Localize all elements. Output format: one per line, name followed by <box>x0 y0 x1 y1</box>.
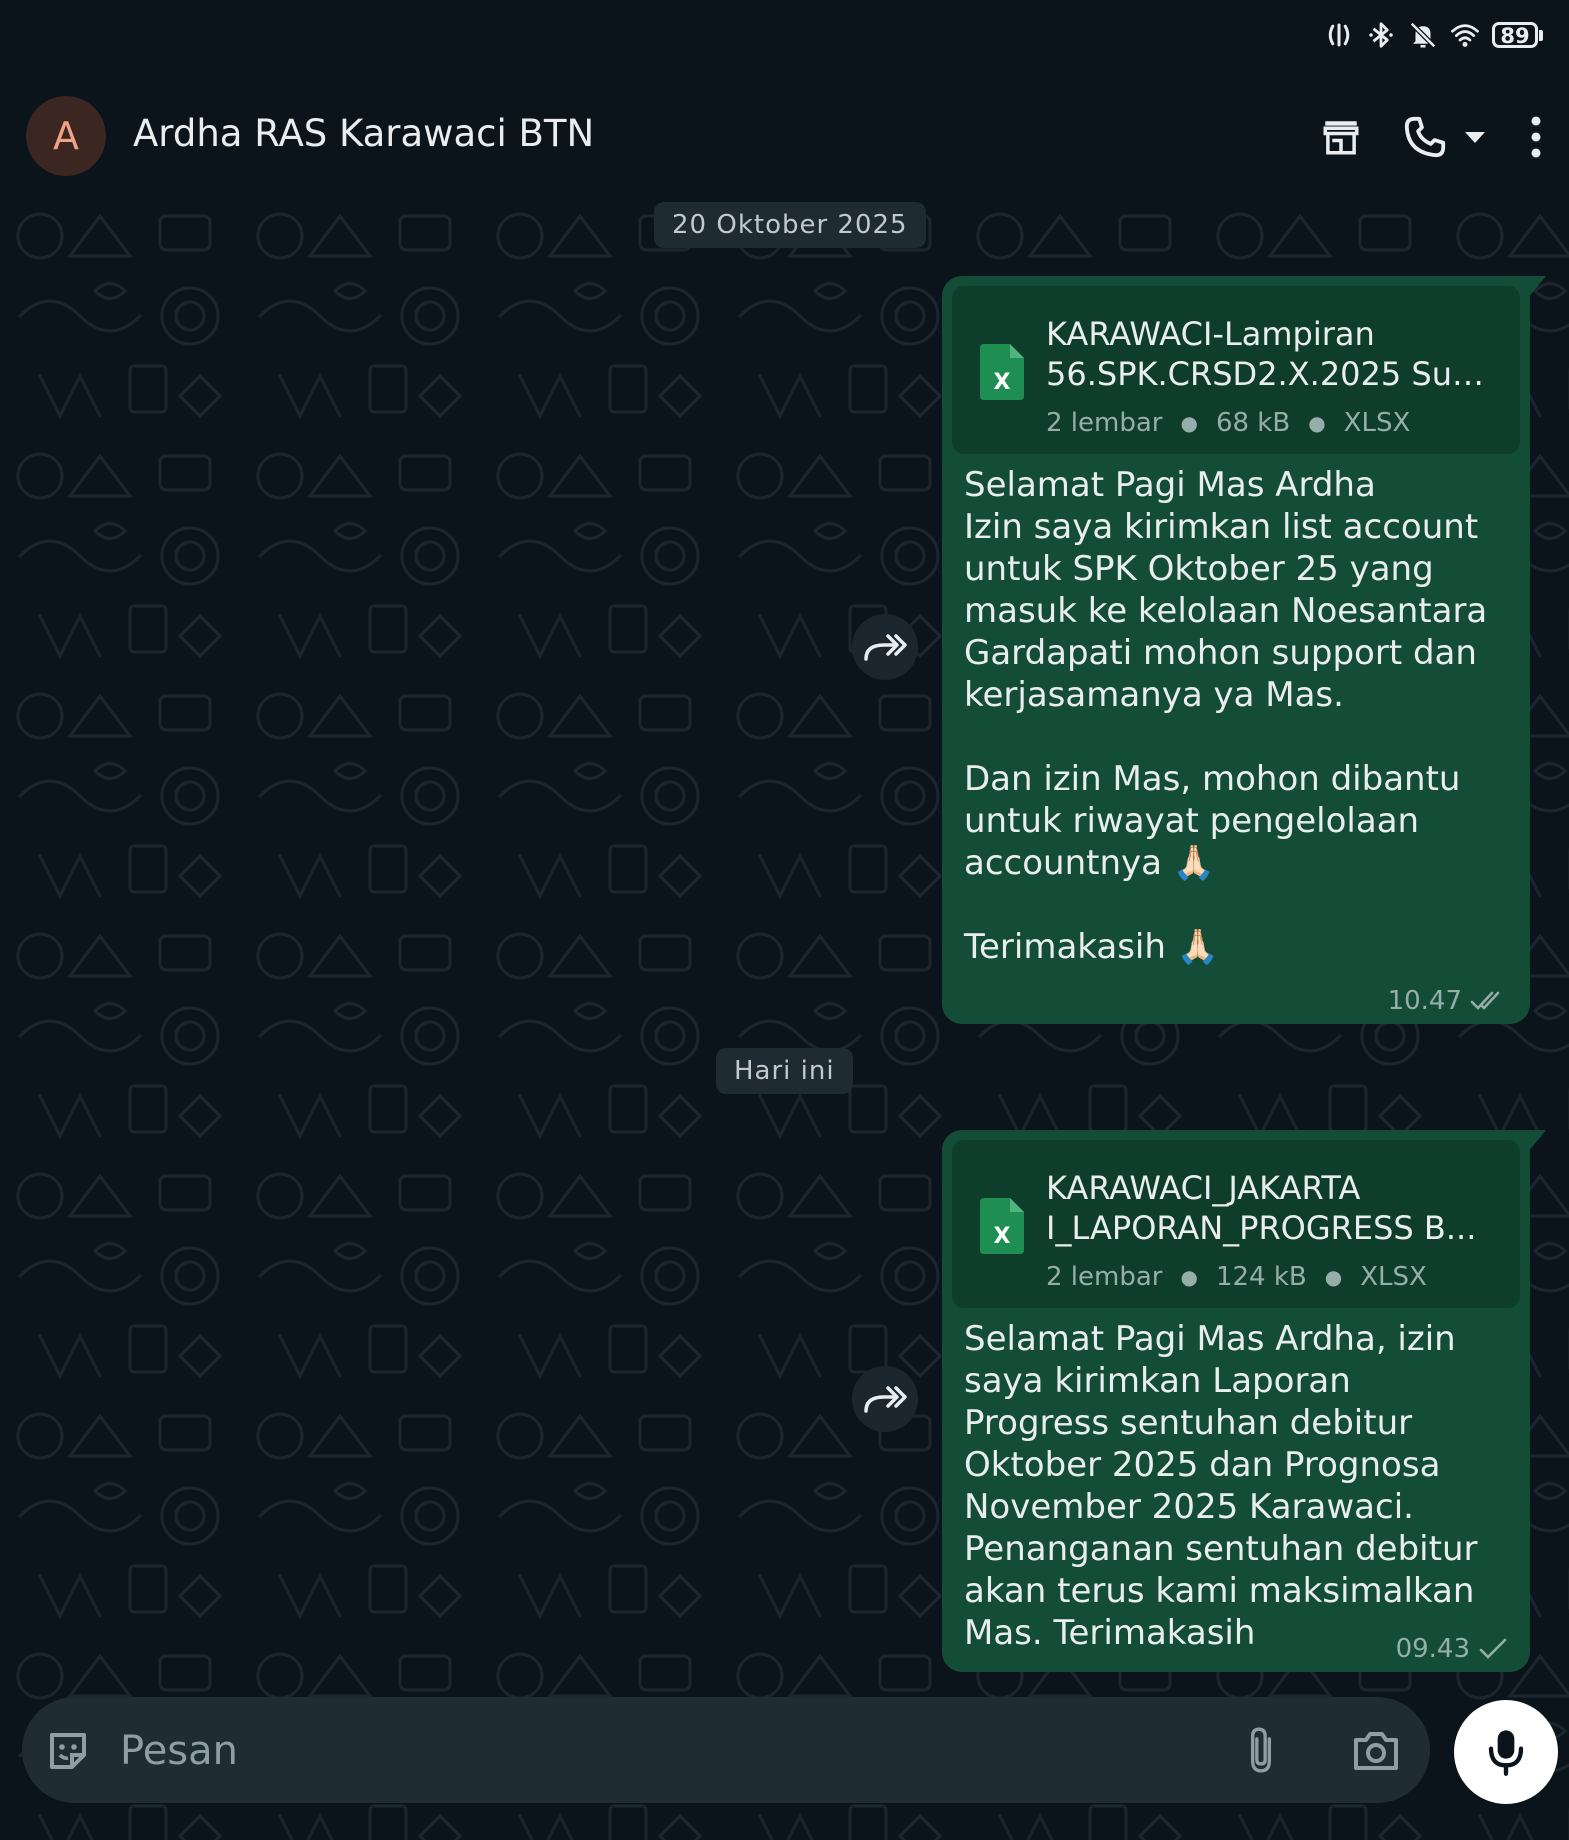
message-footer: 10.47 <box>1388 986 1508 1016</box>
header-actions <box>1311 108 1551 166</box>
message-bubble-outgoing[interactable]: X KARAWACI-Lampiran 56.SPK.CRSD2.X.2025 … <box>942 276 1546 1024</box>
phone-icon <box>1404 116 1446 158</box>
more-vertical-icon <box>1531 116 1541 158</box>
excel-file-icon: X <box>980 344 1024 400</box>
nfc-icon <box>1328 23 1350 47</box>
message-time: 10.47 <box>1387 986 1462 1016</box>
status-bar: 89 <box>0 0 1569 78</box>
svg-text:X: X <box>994 1224 1011 1249</box>
voice-call-button[interactable] <box>1397 108 1453 166</box>
message-input[interactable] <box>118 1719 1172 1783</box>
document-attachment[interactable]: X KARAWACI_JAKARTA I_LAPORAN_PROGRESS B.… <box>952 1140 1520 1308</box>
battery-indicator: 89 <box>1492 22 1543 48</box>
voice-message-button[interactable] <box>1454 1700 1558 1804</box>
wifi-icon <box>1451 24 1479 47</box>
date-chip: 20 Oktober 2025 <box>654 202 926 248</box>
status-icons: 89 <box>1324 20 1543 50</box>
message-footer: 09.43 <box>1396 1634 1508 1664</box>
document-attachment[interactable]: X KARAWACI-Lampiran 56.SPK.CRSD2.X.2025 … <box>952 286 1520 454</box>
emoji-icon[interactable] <box>44 1727 92 1775</box>
battery-level: 89 <box>1492 22 1538 48</box>
excel-file-icon: X <box>980 1198 1024 1254</box>
caret-down-icon <box>1465 132 1485 143</box>
svg-text:X: X <box>994 370 1011 395</box>
chat-area[interactable]: 20 Oktober 2025 X KARAWACI-Lampiran 56.S… <box>0 196 1569 1840</box>
message-time: 09.43 <box>1395 1634 1470 1664</box>
document-meta: 2 lembar ● 124 kB ● XLSX <box>1046 1262 1427 1292</box>
document-pages: 2 lembar <box>1046 408 1163 438</box>
avatar[interactable]: A <box>26 96 106 176</box>
document-pages: 2 lembar <box>1046 1262 1163 1292</box>
bell-off-icon <box>1409 21 1437 49</box>
document-size: 124 kB <box>1215 1262 1307 1292</box>
message-text: Selamat Pagi Mas Ardha, izin saya kirimk… <box>964 1319 1478 1653</box>
document-type: XLSX <box>1360 1262 1427 1292</box>
paperclip-icon[interactable] <box>1244 1725 1278 1775</box>
bluetooth-icon <box>1369 22 1393 48</box>
double-check-icon <box>1470 991 1500 1010</box>
document-name: KARAWACI_JAKARTA I_LAPORAN_PROGRESS B... <box>1046 1169 1477 1247</box>
chat-header: A Ardha RAS Karawaci BTN <box>0 78 1569 196</box>
message-text: Selamat Pagi Mas Ardha Izin saya kirimka… <box>964 465 1488 967</box>
more-options-button[interactable] <box>1521 108 1551 166</box>
microphone-icon <box>1488 1730 1524 1776</box>
document-size: 68 kB <box>1215 408 1291 438</box>
document-meta: 2 lembar ● 68 kB ● XLSX <box>1046 408 1411 438</box>
shop-button[interactable] <box>1311 108 1371 166</box>
call-options-button[interactable] <box>1453 108 1497 166</box>
contact-name[interactable]: Ardha RAS Karawaci BTN <box>133 112 594 155</box>
forward-icon <box>864 1386 907 1413</box>
single-check-icon <box>1479 1638 1507 1659</box>
document-type: XLSX <box>1343 408 1411 438</box>
message-composer <box>22 1697 1430 1803</box>
camera-icon[interactable] <box>1352 1727 1400 1773</box>
date-chip: Hari ini <box>716 1048 853 1094</box>
message-bubble-outgoing[interactable]: X KARAWACI_JAKARTA I_LAPORAN_PROGRESS B.… <box>942 1130 1546 1672</box>
forward-button[interactable] <box>852 614 918 680</box>
forward-button[interactable] <box>852 1366 918 1432</box>
forward-icon <box>864 634 907 661</box>
document-name: KARAWACI-Lampiran 56.SPK.CRSD2.X.2025 Su… <box>1046 315 1486 393</box>
shop-icon <box>1323 121 1359 155</box>
